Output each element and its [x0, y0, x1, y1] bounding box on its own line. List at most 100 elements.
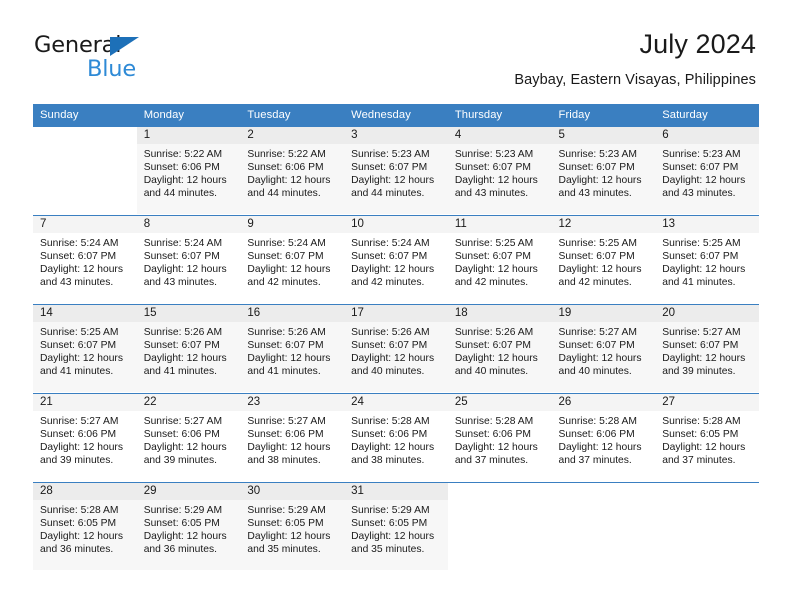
daylight-text-line1: Daylight: 12 hours [351, 175, 435, 187]
day-cell-inner: 1 Sunrise: 5:22 AM Sunset: 6:06 PM Daylight… [136, 127, 241, 215]
day-number: 6 [655, 127, 759, 144]
logo-triangle-icon [110, 37, 139, 56]
calendar-day-cell[interactable]: 2 Sunrise: 5:22 AM Sunset: 6:06 PM Daylight… [240, 126, 345, 216]
calendar-day-cell [447, 482, 552, 572]
day-number: 24 [344, 394, 448, 411]
calendar-day-cell[interactable]: 30 Sunrise: 5:29 AM Sunset: 6:05 PM Dayligh… [240, 482, 345, 572]
day-number: 8 [136, 216, 241, 233]
day-info: Sunrise: 5:28 AM Sunset: 6:05 PM Daylight:… [33, 500, 137, 570]
sunset-text: Sunset: 6:07 PM [40, 251, 117, 263]
day-number [33, 127, 137, 144]
calendar-day-cell[interactable]: 21 Sunrise: 5:27 AM Sunset: 6:06 PM Dayligh… [33, 393, 137, 483]
general-blue-logo[interactable]: General Blue [34, 34, 234, 88]
day-number: 25 [447, 394, 552, 411]
day-info: Sunrise: 5:27 AM Sunset: 6:07 PM Daylight:… [551, 322, 656, 392]
calendar-day-cell[interactable]: 16 Sunrise: 5:26 AM Sunset: 6:07 PM Dayligh… [240, 304, 345, 394]
sunset-text: Sunset: 6:07 PM [351, 340, 428, 352]
daylight-text-line2: and 36 minutes. [143, 544, 217, 556]
calendar-day-cell[interactable]: 1 Sunrise: 5:22 AM Sunset: 6:06 PM Daylight… [136, 126, 241, 216]
calendar-day-cell[interactable]: 8 Sunrise: 5:24 AM Sunset: 6:07 PM Daylight… [136, 215, 241, 305]
calendar-day-cell[interactable]: 12 Sunrise: 5:25 AM Sunset: 6:07 PM Dayligh… [551, 215, 656, 305]
day-info: Sunrise: 5:26 AM Sunset: 6:07 PM Daylight:… [136, 322, 241, 392]
day-number: 7 [33, 216, 137, 233]
day-info: Sunrise: 5:22 AM Sunset: 6:06 PM Daylight:… [136, 144, 241, 214]
daylight-text-line1: Daylight: 12 hours [143, 442, 227, 454]
calendar-day-cell[interactable]: 25 Sunrise: 5:28 AM Sunset: 6:06 PM Dayligh… [447, 393, 552, 483]
daylight-text-line1: Daylight: 12 hours [40, 531, 123, 543]
calendar-day-cell[interactable]: 20 Sunrise: 5:27 AM Sunset: 6:07 PM Dayligh… [655, 304, 759, 394]
sunrise-sunset-calendar-table: Sunday Monday Tuesday Wednesday Thursday… [33, 104, 759, 572]
calendar-day-cell[interactable]: 3 Sunrise: 5:23 AM Sunset: 6:07 PM Daylight… [344, 126, 448, 216]
calendar-day-cell[interactable]: 18 Sunrise: 5:26 AM Sunset: 6:07 PM Dayligh… [447, 304, 552, 394]
logo-text-general: General [34, 32, 122, 58]
daylight-text-line2: and 42 minutes. [558, 277, 632, 289]
day-info: Sunrise: 5:25 AM Sunset: 6:07 PM Daylight:… [448, 233, 552, 303]
day-info: Sunrise: 5:24 AM Sunset: 6:07 PM Daylight:… [137, 233, 241, 303]
daylight-text-line1: Daylight: 12 hours [662, 264, 746, 276]
day-info: Sunrise: 5:27 AM Sunset: 6:06 PM Daylight:… [240, 411, 344, 481]
calendar-day-cell[interactable]: 6 Sunrise: 5:23 AM Sunset: 6:07 PM Daylight… [655, 126, 759, 216]
calendar-day-cell[interactable]: 28 Sunrise: 5:28 AM Sunset: 6:05 PM Dayligh… [33, 482, 137, 572]
day-number: 9 [240, 216, 345, 233]
sunrise-text: Sunrise: 5:28 AM [662, 416, 741, 427]
day-number: 5 [551, 127, 656, 144]
day-info: Sunrise: 5:29 AM Sunset: 6:05 PM Daylight:… [240, 500, 345, 570]
daylight-text-line2: and 43 minutes. [662, 188, 736, 200]
calendar-day-cell[interactable]: 17 Sunrise: 5:26 AM Sunset: 6:07 PM Dayligh… [344, 304, 448, 394]
day-info: Sunrise: 5:28 AM Sunset: 6:06 PM Daylight:… [448, 411, 552, 481]
calendar-day-cell[interactable]: 15 Sunrise: 5:26 AM Sunset: 6:07 PM Dayligh… [136, 304, 241, 394]
daylight-text-line1: Daylight: 12 hours [662, 175, 746, 187]
sunset-text: Sunset: 6:07 PM [143, 340, 220, 352]
sunrise-text: Sunrise: 5:24 AM [351, 238, 430, 249]
sunrise-text: Sunrise: 5:25 AM [40, 327, 119, 338]
day-info: Sunrise: 5:25 AM Sunset: 6:07 PM Daylight:… [552, 233, 656, 303]
calendar-day-cell[interactable]: 29 Sunrise: 5:29 AM Sunset: 6:05 PM Dayligh… [136, 482, 241, 572]
sunset-text: Sunset: 6:07 PM [351, 162, 428, 174]
calendar-day-cell [33, 126, 137, 216]
calendar-day-cell[interactable]: 24 Sunrise: 5:28 AM Sunset: 6:06 PM Dayligh… [344, 393, 448, 483]
daylight-text-line2: and 36 minutes. [40, 544, 114, 556]
daylight-text-line2: and 41 minutes. [662, 277, 736, 289]
calendar-day-cell[interactable]: 5 Sunrise: 5:23 AM Sunset: 6:07 PM Daylight… [551, 126, 656, 216]
calendar-day-cell[interactable]: 13 Sunrise: 5:25 AM Sunset: 6:07 PM Dayligh… [655, 215, 759, 305]
calendar-day-cell[interactable]: 23 Sunrise: 5:27 AM Sunset: 6:06 PM Dayligh… [240, 393, 345, 483]
sunset-text: Sunset: 6:05 PM [40, 518, 117, 530]
calendar-day-cell[interactable]: 11 Sunrise: 5:25 AM Sunset: 6:07 PM Dayligh… [447, 215, 552, 305]
day-number: 10 [344, 216, 448, 233]
sunset-text: Sunset: 6:05 PM [143, 518, 220, 530]
calendar-day-cell[interactable]: 14 Sunrise: 5:25 AM Sunset: 6:07 PM Dayligh… [33, 304, 137, 394]
daylight-text-line1: Daylight: 12 hours [662, 442, 746, 454]
sunrise-text: Sunrise: 5:23 AM [351, 149, 430, 160]
day-info: Sunrise: 5:23 AM Sunset: 6:07 PM Daylight:… [655, 144, 759, 214]
day-number: 2 [240, 127, 345, 144]
daylight-text-line1: Daylight: 12 hours [558, 175, 642, 187]
sunset-text: Sunset: 6:07 PM [247, 251, 324, 263]
sunrise-text: Sunrise: 5:28 AM [558, 416, 637, 427]
calendar-day-cell[interactable]: 10 Sunrise: 5:24 AM Sunset: 6:07 PM Dayligh… [344, 215, 448, 305]
calendar-day-cell[interactable]: 4 Sunrise: 5:23 AM Sunset: 6:07 PM Daylight… [447, 126, 552, 216]
calendar-week-row: 14 Sunrise: 5:25 AM Sunset: 6:07 PM Dayligh… [33, 304, 759, 394]
calendar-day-cell[interactable]: 7 Sunrise: 5:24 AM Sunset: 6:07 PM Daylight… [33, 215, 137, 305]
calendar-day-cell[interactable]: 19 Sunrise: 5:27 AM Sunset: 6:07 PM Dayligh… [551, 304, 656, 394]
sunrise-text: Sunrise: 5:29 AM [143, 505, 223, 516]
day-number: 11 [447, 216, 552, 233]
day-info: Sunrise: 5:25 AM Sunset: 6:07 PM Daylight:… [655, 233, 759, 303]
day-cell-inner [448, 483, 552, 572]
calendar-day-cell[interactable]: 26 Sunrise: 5:28 AM Sunset: 6:06 PM Dayligh… [551, 393, 656, 483]
calendar-day-cell[interactable]: 27 Sunrise: 5:28 AM Sunset: 6:05 PM Dayligh… [655, 393, 759, 483]
sunrise-text: Sunrise: 5:25 AM [662, 238, 741, 249]
day-number: 14 [33, 305, 137, 322]
calendar-day-cell[interactable]: 22 Sunrise: 5:27 AM Sunset: 6:06 PM Dayligh… [136, 393, 241, 483]
calendar-day-cell[interactable]: 31 Sunrise: 5:29 AM Sunset: 6:05 PM Dayligh… [344, 482, 448, 572]
daylight-text-line2: and 42 minutes. [247, 277, 321, 289]
sunrise-text: Sunrise: 5:28 AM [454, 416, 534, 427]
daylight-text-line2: and 40 minutes. [558, 366, 632, 378]
calendar-day-cell[interactable]: 9 Sunrise: 5:24 AM Sunset: 6:07 PM Daylight… [240, 215, 345, 305]
daylight-text-line1: Daylight: 12 hours [143, 531, 227, 543]
sunrise-text: Sunrise: 5:27 AM [143, 416, 223, 427]
day-info: Sunrise: 5:29 AM Sunset: 6:05 PM Daylight:… [136, 500, 241, 570]
daylight-text-line2: and 39 minutes. [40, 455, 114, 467]
sunrise-text: Sunrise: 5:25 AM [454, 238, 534, 249]
daylight-text-line1: Daylight: 12 hours [247, 353, 331, 365]
day-cell-inner: 12 Sunrise: 5:25 AM Sunset: 6:07 PM Dayligh… [551, 216, 656, 304]
